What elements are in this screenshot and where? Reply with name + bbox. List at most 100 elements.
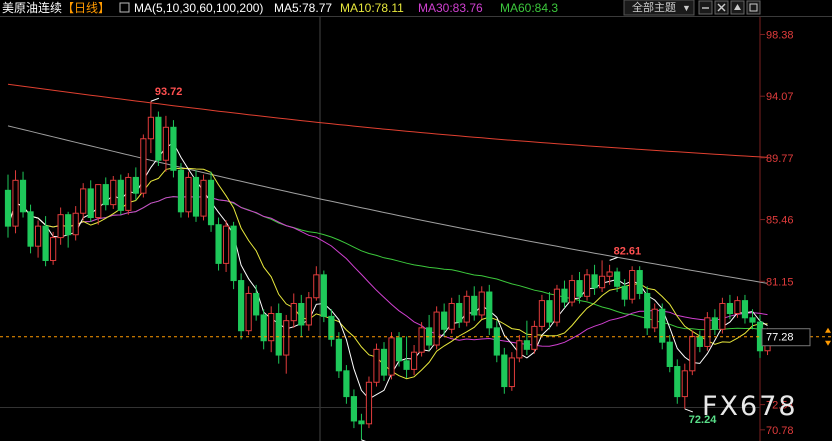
ma200-line xyxy=(7,83,768,158)
period-label[interactable]: 【日线】 xyxy=(62,1,110,15)
candle xyxy=(681,363,688,409)
candle xyxy=(140,134,147,198)
candle xyxy=(426,314,433,351)
candle xyxy=(373,343,380,387)
candle xyxy=(629,266,636,304)
candle xyxy=(110,176,117,209)
candle xyxy=(358,413,365,440)
candle xyxy=(215,217,222,271)
candle xyxy=(253,284,260,321)
moving-average-lines xyxy=(7,83,768,400)
candle xyxy=(170,120,177,178)
annotation-label-0: 93.72 xyxy=(155,86,183,98)
candle xyxy=(155,111,162,166)
candle xyxy=(568,274,576,307)
candle xyxy=(516,335,523,363)
candle xyxy=(290,293,297,328)
candle xyxy=(125,173,132,215)
watermark: FX678 xyxy=(702,391,798,422)
annotation-label-2: 82.61 xyxy=(614,245,642,257)
y-tick-label-2: 89.77 xyxy=(766,153,794,165)
candle xyxy=(704,312,711,351)
annotation-pointer-3 xyxy=(684,408,693,413)
candle xyxy=(320,270,327,323)
candle xyxy=(538,294,546,331)
candle xyxy=(598,260,606,293)
candle xyxy=(283,314,290,374)
candle xyxy=(508,352,515,391)
candle xyxy=(674,359,681,404)
y-tick-label-3: 85.46 xyxy=(766,215,794,227)
candle xyxy=(644,286,651,335)
candle xyxy=(583,269,591,301)
candle xyxy=(486,284,493,335)
candle xyxy=(72,206,79,241)
candle xyxy=(57,207,64,245)
candle xyxy=(501,347,508,394)
price-marker-down-icon xyxy=(825,340,831,346)
candle xyxy=(328,309,335,347)
candle xyxy=(696,330,703,353)
candle xyxy=(185,171,192,218)
candle xyxy=(275,303,282,364)
candle xyxy=(19,171,27,218)
candle xyxy=(403,336,410,378)
close-icon[interactable] xyxy=(714,0,729,15)
legend-item-3: MA60:84.3 xyxy=(500,1,558,15)
candle xyxy=(12,170,19,234)
candle xyxy=(523,320,530,356)
candle xyxy=(433,306,440,350)
candle xyxy=(471,286,478,321)
triangle-menu-icon[interactable] xyxy=(730,0,745,15)
candle xyxy=(711,309,718,335)
candle xyxy=(636,266,643,300)
candle xyxy=(238,273,245,340)
candles xyxy=(4,101,771,440)
candle xyxy=(561,280,568,308)
candle xyxy=(493,320,500,363)
theme-dropdown-label: 全部主题 xyxy=(632,0,676,14)
candle xyxy=(230,221,237,290)
y-tick-label-0: 98.38 xyxy=(766,29,794,41)
candle xyxy=(350,389,358,429)
candle xyxy=(268,306,275,353)
legend-item-0: MA5:78.77 xyxy=(274,1,332,15)
candle xyxy=(689,330,696,376)
candle xyxy=(147,101,154,154)
candle xyxy=(380,342,388,381)
candle xyxy=(395,332,403,367)
candle xyxy=(591,264,598,295)
candle xyxy=(410,345,418,376)
candle xyxy=(298,294,305,337)
candle xyxy=(343,365,350,404)
candle xyxy=(576,271,583,304)
candle xyxy=(65,211,72,248)
legend-item-2: MA30:83.76 xyxy=(418,1,483,15)
candle xyxy=(132,167,139,201)
y-tick-label-4: 81.15 xyxy=(766,276,794,288)
candle xyxy=(200,174,207,221)
candle xyxy=(192,170,200,222)
instrument-name: 美原油连续 xyxy=(2,0,62,15)
candle xyxy=(222,220,230,272)
candle xyxy=(553,284,561,327)
candle xyxy=(651,303,658,333)
candle xyxy=(207,171,215,232)
candle xyxy=(388,332,395,380)
candle xyxy=(478,286,485,320)
candle xyxy=(4,174,12,238)
candle xyxy=(666,335,673,373)
window-icon[interactable] xyxy=(746,0,761,15)
price-marker-up-icon xyxy=(825,327,831,333)
ma-set-label: MA(5,10,30,60,100,200) xyxy=(134,1,263,15)
candle xyxy=(313,266,320,301)
candle xyxy=(117,174,124,215)
last-price-label: 77.28 xyxy=(766,332,794,344)
candle xyxy=(546,292,553,330)
candle xyxy=(719,297,726,334)
chevron-down-icon: ▼ xyxy=(682,3,691,13)
minus-icon[interactable] xyxy=(698,0,713,15)
candle xyxy=(659,303,666,350)
candle xyxy=(245,286,252,335)
candle xyxy=(365,376,373,429)
